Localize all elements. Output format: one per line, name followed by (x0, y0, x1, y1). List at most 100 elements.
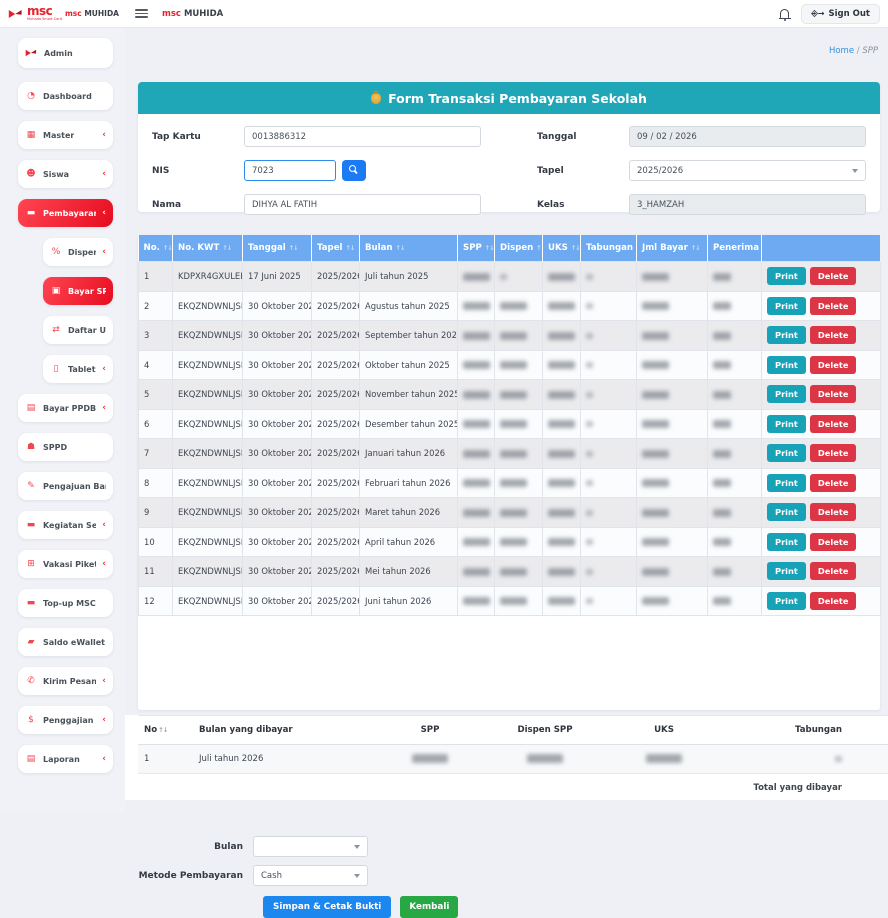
print-button[interactable]: Print (767, 385, 806, 403)
notifications-bell-icon[interactable] (780, 9, 789, 18)
redacted-value (713, 361, 731, 369)
cell-tapel: 2025/2026 (312, 586, 360, 616)
delete-button[interactable]: Delete (810, 592, 857, 610)
kembali-button[interactable]: Kembali (400, 896, 458, 918)
chevron-left-icon: ‹ (102, 248, 106, 257)
nis-input[interactable] (244, 160, 336, 181)
sidebar-item-pengajuan-barang[interactable]: ✎Pengajuan Barang (18, 472, 113, 500)
simpan-cetak-bukti-button[interactable]: Simpan & Cetak Bukti (263, 896, 391, 918)
pengajuan-barang-icon: ✎ (25, 482, 37, 491)
app-logo[interactable]: msc Muhada Smart Card msc MUHIDA (0, 0, 125, 28)
delete-button[interactable]: Delete (810, 503, 857, 521)
sidebar-item-bayar-spp[interactable]: ▣Bayar SPP (43, 277, 113, 305)
column-header-tanggal[interactable]: Tanggal↑↓ (243, 235, 312, 262)
sidebar-item-penggajian[interactable]: $Penggajian‹ (18, 706, 113, 734)
sidebar-item-label: Kegiatan Sekolah (43, 521, 96, 530)
menu-toggle-icon[interactable] (135, 9, 148, 18)
print-button[interactable]: Print (767, 562, 806, 580)
nama-input[interactable] (244, 194, 481, 215)
sidebar-item-sppd[interactable]: ☗SPPD (18, 433, 113, 461)
cell-jml-bayar (637, 527, 708, 557)
cell-tanggal: 30 Oktober 2025 (243, 321, 312, 351)
sidebar-item-admin[interactable]: Admin (18, 38, 113, 68)
redacted-value (548, 361, 575, 369)
sidebar-item-label: Tablet ICP (68, 365, 96, 374)
tanggal-field: 09 / 02 / 2026 (629, 126, 866, 147)
delete-button[interactable]: Delete (810, 385, 857, 403)
column-header-uks[interactable]: UKS↑↓ (543, 235, 581, 262)
bulan-select[interactable] (253, 836, 368, 857)
delete-button[interactable]: Delete (810, 444, 857, 462)
delete-button[interactable]: Delete (810, 474, 857, 492)
sidebar-item-tablet-icp[interactable]: ▯Tablet ICP‹ (43, 355, 113, 383)
sidebar-item-label: Bayar PPDB (43, 404, 96, 413)
cell-actions: PrintDelete (762, 557, 881, 587)
redacted-value (500, 391, 527, 399)
sidebar-item-master[interactable]: ▦Master‹ (18, 121, 113, 149)
sidebar-item-dashboard[interactable]: ◔Dashboard (18, 82, 113, 110)
print-button[interactable]: Print (767, 326, 806, 344)
cell-tapel: 2025/2026 (312, 527, 360, 557)
column-header-spp[interactable]: SPP↑↓ (458, 235, 495, 262)
cell-penerima (708, 380, 762, 410)
sidebar-item-siswa[interactable]: ☻Siswa‹ (18, 160, 113, 188)
sidebar-item-bayar-ppdb[interactable]: ▤Bayar PPDB‹ (18, 394, 113, 422)
column-header-tapel[interactable]: Tapel↑↓ (312, 235, 360, 262)
redacted-value (642, 273, 669, 281)
print-button[interactable]: Print (767, 297, 806, 315)
print-button[interactable]: Print (767, 267, 806, 285)
sort-icon: ↑↓ (571, 244, 580, 252)
sidebar-item-laporan[interactable]: ▤Laporan‹ (18, 745, 113, 773)
brand-text: msc MUHIDA (65, 9, 119, 18)
sidebar-item-kegiatan-sekolah[interactable]: ▬Kegiatan Sekolah‹ (18, 511, 113, 539)
delete-button[interactable]: Delete (810, 356, 857, 374)
cell-bulan: Oktober tahun 2025 (360, 350, 458, 380)
print-button[interactable]: Print (767, 415, 806, 433)
column-header-jml-bayar[interactable]: Jml Bayar↑↓ (637, 235, 708, 262)
saldo-ewallet-icon: ▰ (25, 638, 37, 647)
delete-button[interactable]: Delete (810, 267, 857, 285)
print-button[interactable]: Print (767, 533, 806, 551)
payment-summary-section: No ↑↓Bulan yang dibayarSPPDispen SPPUKST… (125, 715, 888, 800)
cell-bulan: Desember tahun 2025 (360, 409, 458, 439)
delete-button[interactable]: Delete (810, 533, 857, 551)
cell-no: 2 (139, 291, 173, 321)
column-header-no-kwt[interactable]: No. KWT↑↓ (173, 235, 243, 262)
sidebar-item-dispen-siswa[interactable]: %Dispen Siswa‹ (43, 238, 113, 266)
delete-button[interactable]: Delete (810, 562, 857, 580)
delete-button[interactable]: Delete (810, 326, 857, 344)
nis-search-button[interactable] (342, 160, 366, 181)
sidebar-item-daftar-ulang[interactable]: ⇄Daftar Ulang (43, 316, 113, 344)
column-header-no[interactable]: No.↑↓ (139, 235, 173, 262)
print-button[interactable]: Print (767, 444, 806, 462)
cell-spp (458, 498, 495, 528)
sort-icon: ↑↓ (163, 244, 172, 252)
print-button[interactable]: Print (767, 592, 806, 610)
column-header-bulan[interactable]: Bulan↑↓ (360, 235, 458, 262)
sidebar-item-kirim-pesan[interactable]: ✆Kirim Pesan‹ (18, 667, 113, 695)
column-header-tabungan[interactable]: Tabungan↑↓ (581, 235, 637, 262)
metode-pembayaran-select[interactable]: Cash (253, 865, 368, 886)
delete-button[interactable]: Delete (810, 297, 857, 315)
redacted-value (586, 392, 593, 398)
print-button[interactable]: Print (767, 356, 806, 374)
sign-out-button[interactable]: ⎆→ Sign Out (801, 4, 880, 24)
sidebar-item-saldo-ewallet[interactable]: ▰Saldo eWallet (18, 628, 113, 656)
pembayaran-icon: ▬ (25, 209, 37, 218)
sidebar-item-pembayaran[interactable]: ▬Pembayaran‹ (18, 199, 113, 227)
cell-bulan: Juni tahun 2026 (360, 586, 458, 616)
sidebar-item-label: Dashboard (43, 92, 92, 101)
breadcrumb-home-link[interactable]: Home (829, 46, 854, 56)
cell-bulan: Mei tahun 2026 (360, 557, 458, 587)
cell-penerima (708, 409, 762, 439)
tap-kartu-input[interactable] (244, 126, 481, 147)
table-row: 3EKQZNDWNLJSR30 Oktober 20252025/2026Sep… (139, 321, 881, 351)
tapel-select[interactable]: 2025/2026 (629, 160, 866, 181)
print-button[interactable]: Print (767, 503, 806, 521)
sidebar-item-vakasi-piket[interactable]: ⊞Vakasi Piket‹ (18, 550, 113, 578)
column-header-penerima[interactable]: Penerima↑↓ (708, 235, 762, 262)
column-header-dispen[interactable]: Dispen↑↓ (495, 235, 543, 262)
print-button[interactable]: Print (767, 474, 806, 492)
delete-button[interactable]: Delete (810, 415, 857, 433)
sidebar-item-top-up-msc[interactable]: ▬Top-up MSC (18, 589, 113, 617)
